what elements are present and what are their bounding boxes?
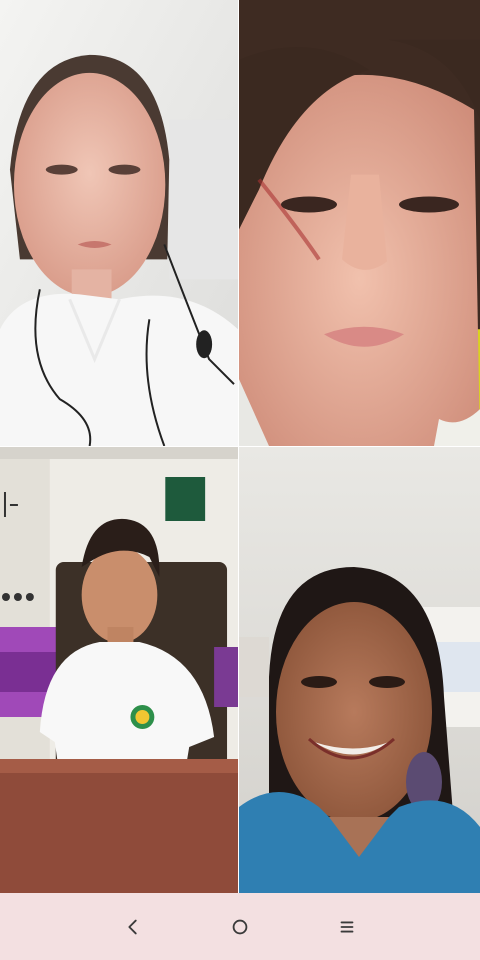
circle-home-icon xyxy=(232,919,248,934)
participant-video-tile-3[interactable] xyxy=(0,447,239,893)
participant-video-tile-2[interactable] xyxy=(239,0,480,447)
video-call-grid xyxy=(0,0,480,893)
participant-video-feed xyxy=(0,447,238,893)
participant-video-tile-1[interactable] xyxy=(0,0,239,447)
participant-video-feed xyxy=(0,0,238,446)
participant-video-feed xyxy=(239,0,480,446)
back-button[interactable] xyxy=(103,897,163,957)
system-navigation-bar xyxy=(0,893,480,960)
recents-button[interactable] xyxy=(317,897,377,957)
participant-video-feed xyxy=(239,447,480,893)
menu-lines-icon xyxy=(340,921,354,932)
participant-video-tile-4[interactable] xyxy=(239,447,480,893)
chevron-left-icon xyxy=(128,919,137,934)
home-button[interactable] xyxy=(210,897,270,957)
